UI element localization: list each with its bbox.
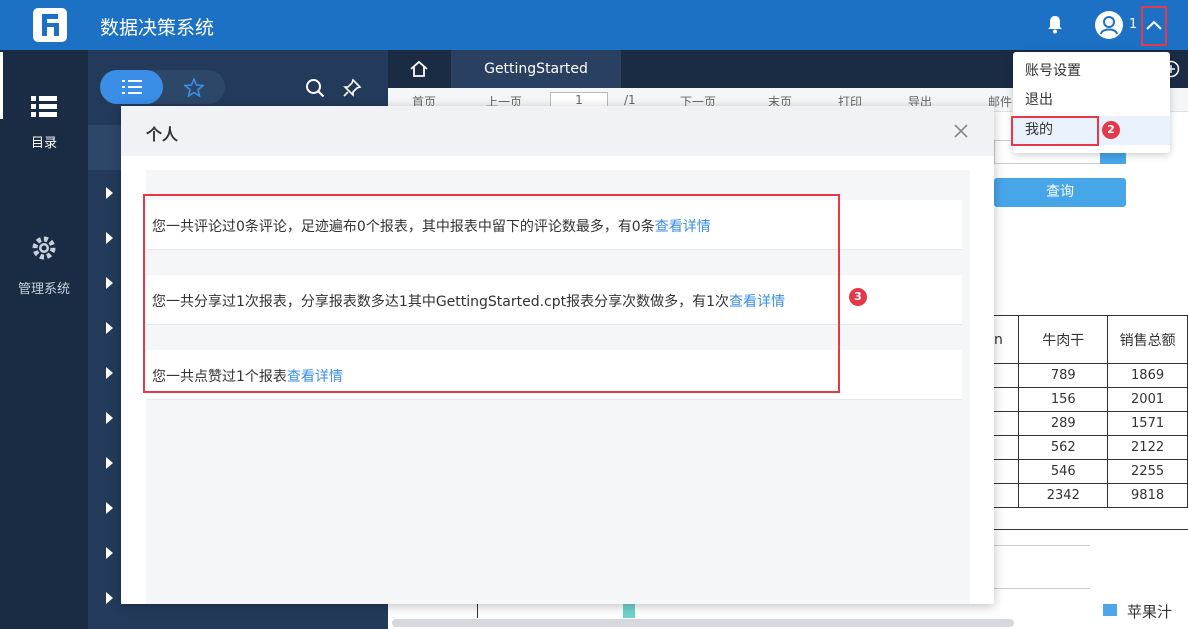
table-cell: 2342: [1018, 483, 1109, 508]
table-row: 789 1869: [994, 363, 1188, 388]
table-header-row: n 牛肉干 销售总额: [994, 315, 1188, 364]
table-row: 2342 9818: [994, 483, 1188, 508]
divider: [994, 529, 1188, 530]
table-header-cell: 牛肉干: [1018, 315, 1109, 364]
divider: [994, 588, 1090, 589]
table-cell: 2255: [1107, 459, 1188, 484]
caret-right-icon[interactable]: [106, 232, 113, 244]
table-row: 289 1571: [994, 411, 1188, 436]
table-header-cell: 销售总额: [1107, 315, 1188, 364]
annotation-badge-3: 3: [849, 288, 867, 306]
caret-right-icon[interactable]: [106, 412, 113, 424]
table-cell: 9818: [1107, 483, 1188, 508]
caret-right-icon[interactable]: [106, 367, 113, 379]
toolbar-total-pages: /1: [624, 93, 636, 107]
app-title: 数据决策系统: [100, 17, 215, 39]
user-avatar-icon[interactable]: [1095, 11, 1123, 39]
table-row: 156 2001: [994, 387, 1188, 412]
divider: [994, 545, 1090, 546]
rail-label-directory: 目录: [30, 136, 57, 151]
caret-right-icon[interactable]: [106, 592, 113, 604]
horizontal-scrollbar[interactable]: [392, 619, 1014, 627]
legend-swatch: [1103, 604, 1117, 616]
chart-bar: [623, 604, 635, 618]
caret-right-icon[interactable]: [106, 457, 113, 469]
annotation-box-3: [143, 194, 840, 393]
table-cell: 2122: [1107, 435, 1188, 460]
table-cell: 289: [1018, 411, 1109, 436]
rail-label-management: 管理系统: [17, 282, 70, 297]
modal-header: 个人: [121, 106, 994, 156]
tab-home[interactable]: [388, 50, 450, 88]
table-cell: 1869: [1107, 363, 1188, 388]
caret-right-icon[interactable]: [106, 187, 113, 199]
rail-item-management[interactable]: 管理系统: [0, 235, 88, 297]
table-cell: 1571: [1107, 411, 1188, 436]
caret-right-icon[interactable]: [106, 322, 113, 334]
star-icon[interactable]: [184, 78, 204, 97]
user-name[interactable]: 1: [1129, 17, 1137, 32]
table-cell: 2001: [1107, 387, 1188, 412]
caret-right-icon[interactable]: [106, 547, 113, 559]
table-cell: 156: [1018, 387, 1109, 412]
gear-icon: [32, 236, 56, 260]
table-row: 546 2255: [994, 459, 1188, 484]
menu-item-logout[interactable]: 退出: [1013, 86, 1170, 115]
table-header-cell: n: [994, 315, 1020, 364]
menu-item-account-settings[interactable]: 账号设置: [1013, 57, 1170, 86]
table-cell: 562: [1018, 435, 1109, 460]
report-table: n 牛肉干 销售总额 789 1869 156 2001 289 1571 562 21…: [994, 315, 1188, 508]
home-icon: [410, 60, 428, 77]
bell-icon[interactable]: [1046, 14, 1064, 34]
tab-directory-list[interactable]: [100, 70, 163, 104]
logo-icon: [33, 8, 67, 42]
query-button[interactable]: 查询: [994, 178, 1126, 207]
table-cell: 546: [1018, 459, 1109, 484]
annotation-box-2: [1011, 116, 1099, 146]
chevron-up-icon: [1146, 20, 1162, 30]
caret-right-icon[interactable]: [106, 502, 113, 514]
search-icon[interactable]: [305, 78, 325, 98]
list-icon: [122, 80, 142, 94]
table-cell: 789: [1018, 363, 1109, 388]
table-row: 562 2122: [994, 435, 1188, 460]
user-menu-toggle[interactable]: [1141, 6, 1167, 46]
annotation-badge-2: 2: [1102, 121, 1120, 139]
rail-item-directory[interactable]: 目录: [0, 96, 88, 151]
chart-axis-line: [477, 604, 478, 618]
legend-label: 苹果汁: [1127, 603, 1173, 621]
list-icon: [31, 96, 57, 117]
close-icon[interactable]: [953, 123, 969, 139]
pin-icon[interactable]: [342, 78, 362, 98]
tab-gettingstarted[interactable]: GettingStarted: [451, 50, 621, 88]
modal-title: 个人: [146, 125, 179, 144]
caret-right-icon[interactable]: [106, 277, 113, 289]
